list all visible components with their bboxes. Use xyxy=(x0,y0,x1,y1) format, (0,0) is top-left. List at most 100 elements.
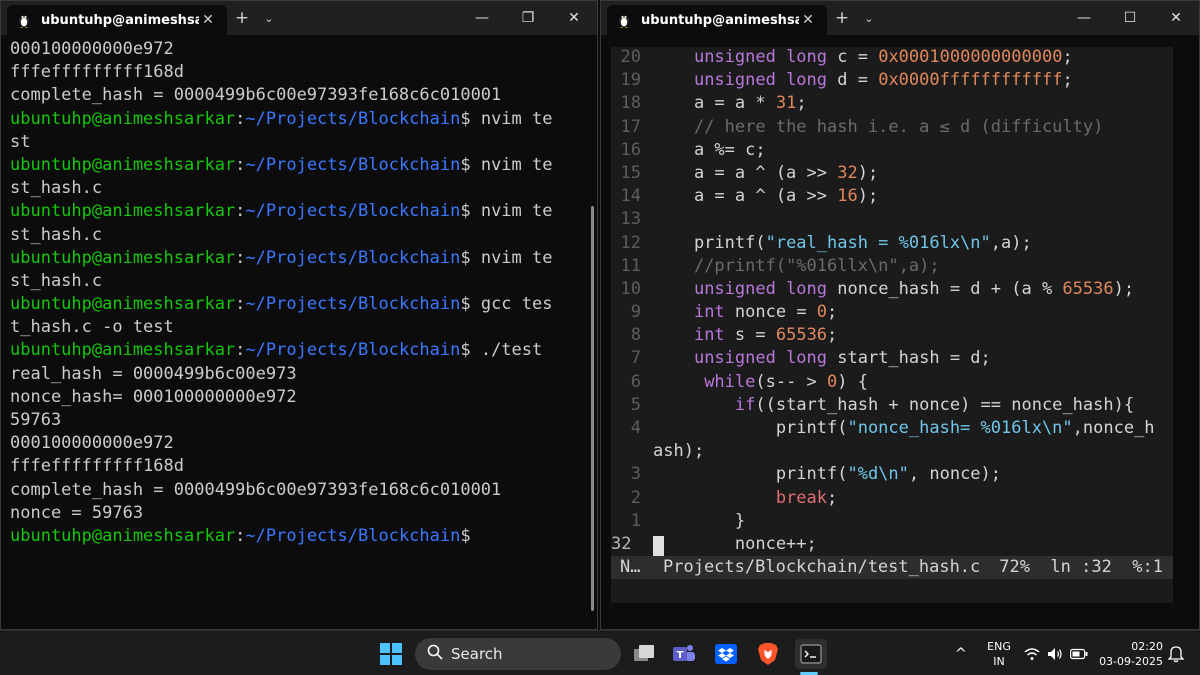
prompt-command: $ gcc tes xyxy=(460,294,553,315)
prompt-line: ubuntuhp@animeshsarkar:~/Projects/Blockc… xyxy=(10,293,585,316)
code-line[interactable]: 5 if((start_hash + nonce) == nonce_hash)… xyxy=(611,395,1173,418)
code-token: printf( xyxy=(653,464,848,485)
code-text: // here the hash i.e. a ≤ d (difficulty) xyxy=(653,117,1103,137)
line-number: 32 xyxy=(611,533,632,554)
code-line[interactable]: 12 printf("real_hash = %016lx\n",a); xyxy=(611,233,1173,256)
taskbar-search[interactable]: Search xyxy=(415,638,621,670)
code-text: printf("nonce_hash= %016lx\n",nonce_h xyxy=(653,418,1155,438)
close-button[interactable]: ✕ xyxy=(1153,1,1199,35)
search-icon xyxy=(427,644,443,664)
title-bar[interactable]: ubuntuhp@animeshsark ✕ + ⌄ — ☐ ✕ xyxy=(601,1,1199,35)
tab-close-button[interactable]: ✕ xyxy=(199,12,217,28)
maximize-button[interactable]: ☐ xyxy=(1107,1,1153,35)
tab-dropdown-button[interactable]: ⌄ xyxy=(257,12,281,25)
code-text: //printf("%016llx\n",a); xyxy=(653,256,940,276)
output-line: st_hash.c xyxy=(10,270,103,291)
close-button[interactable]: ✕ xyxy=(551,1,597,35)
code-buffer[interactable]: 20 unsigned long c = 0x0001000000000000;… xyxy=(611,47,1173,557)
code-line[interactable]: 1 } xyxy=(611,511,1173,534)
battery-icon[interactable] xyxy=(1070,631,1088,675)
code-token: 0 xyxy=(816,302,828,323)
code-token: nonce = xyxy=(724,302,817,323)
notification-bell-icon[interactable] xyxy=(1168,631,1184,675)
line-number: 3 xyxy=(630,464,641,485)
code-line[interactable]: 11 //printf("%016llx\n",a); xyxy=(611,256,1173,279)
output-line: fffefffffffff168d xyxy=(10,456,184,477)
wifi-icon[interactable] xyxy=(1024,631,1040,675)
code-token: ); xyxy=(857,162,879,183)
new-tab-button[interactable]: + xyxy=(827,8,857,28)
tab-title: ubuntuhp@animeshsark xyxy=(641,12,799,28)
code-line[interactable]: 10 unsigned long nonce_hash = d + (a % 6… xyxy=(611,279,1173,302)
tab-dropdown-button[interactable]: ⌄ xyxy=(857,12,881,25)
code-line[interactable]: 3 printf("%d\n", nonce); xyxy=(611,464,1173,487)
line-number: 6 xyxy=(630,371,641,392)
code-token: 32 xyxy=(837,162,858,183)
prompt-command: $ nvim te xyxy=(460,201,553,222)
maximize-button[interactable]: ❐ xyxy=(505,1,551,35)
code-line[interactable]: 16 a %= c; xyxy=(611,140,1173,163)
code-line[interactable]: 19 unsigned long d = 0x0000ffffffffffff; xyxy=(611,70,1173,93)
prompt-command: $ xyxy=(460,525,471,546)
clock-time: 02:20 xyxy=(1131,640,1163,653)
code-token: ; xyxy=(827,487,838,508)
dropbox-icon[interactable] xyxy=(711,639,741,669)
prompt-command: $ nvim te xyxy=(460,154,553,175)
line-number: 8 xyxy=(630,325,641,346)
code-text: a = a ^ (a >> 32); xyxy=(653,163,878,183)
terminal-window-left[interactable]: ubuntuhp@animeshsark ✕ + ⌄ — ❐ ✕ 0001000… xyxy=(0,0,598,630)
code-line[interactable]: ash); xyxy=(611,441,1173,464)
volume-icon[interactable] xyxy=(1047,631,1063,675)
terminal-tab[interactable]: ubuntuhp@animeshsark ✕ xyxy=(7,5,227,35)
windows-start-icon[interactable] xyxy=(376,639,406,669)
terminal-tab[interactable]: ubuntuhp@animeshsark ✕ xyxy=(607,5,827,35)
output-line: 000100000000e972 xyxy=(10,39,174,59)
minimize-button[interactable]: — xyxy=(1061,1,1107,35)
system-clock[interactable]: 02:20 03-09-2025 xyxy=(1097,639,1163,669)
code-text: unsigned long d = 0x0000ffffffffffff; xyxy=(653,70,1073,90)
code-token: ash); xyxy=(653,441,705,462)
code-line[interactable]: 15 a = a ^ (a >> 32); xyxy=(611,163,1173,186)
output-line: complete_hash = 0000499b6c00e97393fe168c… xyxy=(10,85,502,106)
code-token: ,a); xyxy=(990,232,1032,253)
code-line[interactable]: 4 printf("nonce_hash= %016lx\n",nonce_h xyxy=(611,418,1173,441)
language-indicator[interactable]: ENG IN xyxy=(984,639,1014,669)
terminal-output[interactable]: 000100000000e972 fffefffffffff168d complet… xyxy=(10,38,585,548)
code-line[interactable]: 2 break; xyxy=(611,488,1173,511)
code-line[interactable]: 8 int s = 65536; xyxy=(611,325,1173,348)
line-number: 11 xyxy=(620,255,641,276)
new-tab-button[interactable]: + xyxy=(227,8,257,28)
tray-chevron-icon[interactable]: ^ xyxy=(955,631,967,675)
teams-icon[interactable]: T xyxy=(669,639,699,669)
code-token: 65536 xyxy=(775,325,828,346)
code-token: "nonce_hash= %016lx\n" xyxy=(847,418,1073,438)
code-token: a = a ^ (a >> xyxy=(653,186,838,207)
terminal-window-right[interactable]: ubuntuhp@animeshsark ✕ + ⌄ — ☐ ✕ 20 unsi… xyxy=(600,0,1200,630)
line-number: 2 xyxy=(630,487,641,508)
code-token: ,nonce_h xyxy=(1072,418,1155,438)
prompt-user: ubuntuhp@animeshsarkar xyxy=(10,201,236,222)
minimize-button[interactable]: — xyxy=(459,1,505,35)
code-line[interactable]: 20 unsigned long c = 0x0001000000000000; xyxy=(611,47,1173,70)
code-line[interactable]: 18 a = a * 31; xyxy=(611,93,1173,116)
language-code: ENG xyxy=(987,640,1011,653)
code-line[interactable]: 17 // here the hash i.e. a ≤ d (difficul… xyxy=(611,117,1173,140)
code-line[interactable]: 14 a = a ^ (a >> 16); xyxy=(611,186,1173,209)
code-line[interactable]: 32 nonce++; xyxy=(611,534,1173,557)
title-bar[interactable]: ubuntuhp@animeshsark ✕ + ⌄ — ❐ ✕ xyxy=(1,1,597,35)
code-text: unsigned long c = 0x0001000000000000; xyxy=(653,47,1073,67)
brave-browser-icon[interactable] xyxy=(753,639,783,669)
prompt-command: $ nvim te xyxy=(460,247,553,268)
nvim-editor[interactable]: 20 unsigned long c = 0x0001000000000000;… xyxy=(611,47,1173,603)
terminal-taskbar-icon[interactable] xyxy=(795,639,827,669)
task-view-icon[interactable] xyxy=(629,639,659,669)
code-line[interactable]: 7 unsigned long start_hash = d; xyxy=(611,348,1173,371)
code-line[interactable]: 6 while(s-- > 0) { xyxy=(611,372,1173,395)
tab-close-button[interactable]: ✕ xyxy=(799,12,817,28)
scrollbar[interactable] xyxy=(591,206,594,611)
code-line[interactable]: 9 int nonce = 0; xyxy=(611,302,1173,325)
output-line: nonce_hash= 000100000000e972 xyxy=(10,386,297,407)
code-line[interactable]: 13 xyxy=(611,209,1173,232)
